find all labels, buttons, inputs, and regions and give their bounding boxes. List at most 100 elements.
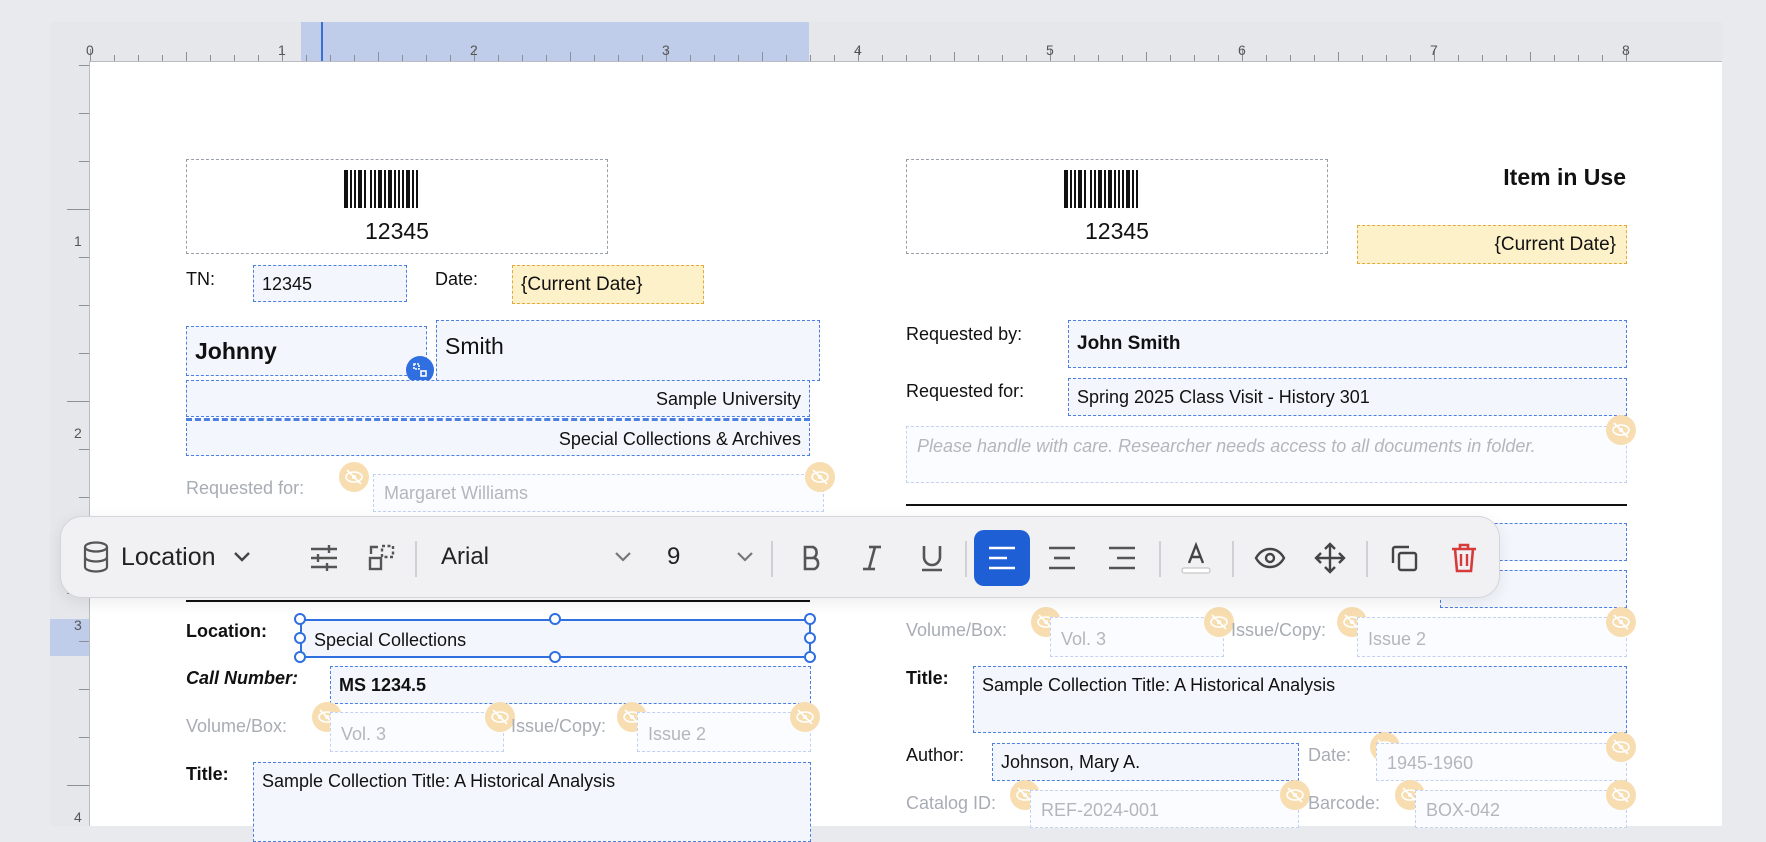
- ruler-tick: [498, 55, 499, 61]
- last-name-field[interactable]: Smith: [436, 320, 820, 381]
- ruler-tick: [1290, 55, 1291, 61]
- author-field[interactable]: Johnson, Mary A.: [992, 743, 1299, 781]
- tn-field[interactable]: 12345: [253, 265, 407, 302]
- font-family-select[interactable]: Arial: [441, 533, 633, 581]
- formatting-toolbar: Location Arial 9: [60, 516, 1500, 598]
- volume-field[interactable]: Vol. 3: [330, 712, 504, 752]
- italic-button[interactable]: [849, 535, 895, 581]
- ruler-number: 8: [1622, 42, 1630, 58]
- ruler-cursor-marker: [321, 22, 323, 61]
- underline-button[interactable]: [909, 535, 955, 581]
- ruler-tick: [810, 55, 811, 61]
- date-value: {Current Date}: [1494, 234, 1616, 255]
- note-field[interactable]: Please handle with care. Researcher need…: [906, 426, 1627, 483]
- eye-off-icon[interactable]: [1606, 415, 1636, 445]
- call-number-value: MS 1234.5: [339, 675, 427, 695]
- ruler-tick: [714, 55, 715, 61]
- note-value: Please handle with care. Researcher need…: [917, 436, 1536, 456]
- ruler-selection-highlight: [50, 619, 89, 656]
- ruler-tick: [1098, 55, 1099, 61]
- divider-line: [186, 600, 810, 602]
- eye-off-icon[interactable]: [1606, 607, 1636, 637]
- issue-field[interactable]: Issue 2: [1357, 617, 1627, 657]
- ruler-tick: [594, 55, 595, 61]
- ruler-tick: [546, 55, 547, 61]
- title-field[interactable]: Sample Collection Title: A Historical An…: [973, 666, 1627, 733]
- eye-off-icon[interactable]: [805, 462, 835, 492]
- department-field[interactable]: Special Collections & Archives: [186, 418, 810, 456]
- barcode-bar: [418, 170, 420, 208]
- sliders-button[interactable]: [301, 535, 347, 581]
- eye-off-icon[interactable]: [1280, 780, 1310, 810]
- date-field[interactable]: {Current Date}: [1357, 225, 1627, 264]
- visibility-button[interactable]: [1247, 535, 1293, 581]
- ruler-tick: [978, 55, 979, 61]
- first-name-field[interactable]: Johnny: [186, 326, 427, 376]
- resize-handle[interactable]: [294, 651, 306, 663]
- resize-handle[interactable]: [549, 651, 561, 663]
- font-size-value: 9: [667, 543, 681, 570]
- eye-off-icon[interactable]: [790, 702, 820, 732]
- resize-handle[interactable]: [294, 632, 306, 644]
- barcode-number: 12345: [1085, 218, 1149, 244]
- bold-button[interactable]: [789, 535, 835, 581]
- ruler-tick: [1146, 52, 1147, 61]
- ungroup-button[interactable]: [359, 535, 405, 581]
- toolbar-divider: [1232, 541, 1234, 577]
- ruler-tick: [306, 55, 307, 61]
- eye-off-icon[interactable]: [1606, 780, 1636, 810]
- barcode-box[interactable]: 12345: [186, 159, 608, 254]
- ruler-tick: [1074, 55, 1075, 61]
- author-label: Author:: [906, 745, 965, 765]
- issue-value: Issue 2: [1368, 629, 1427, 649]
- resize-handle[interactable]: [804, 613, 816, 625]
- resize-handle[interactable]: [294, 613, 306, 625]
- align-left-button[interactable]: [974, 530, 1030, 586]
- eye-off-icon[interactable]: [1204, 607, 1234, 637]
- align-center-button[interactable]: [1039, 535, 1085, 581]
- ruler-tick: [378, 52, 379, 61]
- requested-by-field[interactable]: John Smith: [1068, 320, 1627, 368]
- ruler-tick: [79, 689, 89, 690]
- ruler-tick: [79, 353, 89, 354]
- datasource-dropdown[interactable]: Location: [81, 533, 261, 581]
- ruler-tick: [834, 55, 835, 61]
- font-size-select[interactable]: 9: [661, 533, 755, 581]
- move-button[interactable]: [1307, 535, 1353, 581]
- ruler-tick: [67, 209, 89, 210]
- ruler-tick: [79, 65, 89, 66]
- label-page-canvas[interactable]: 12345 TN: 12345 Date: {Current Date} Joh…: [90, 62, 1722, 842]
- date-range-field[interactable]: 1945-1960: [1376, 743, 1627, 781]
- requested-for-field[interactable]: Margaret Williams: [373, 474, 824, 512]
- align-right-button[interactable]: [1099, 535, 1145, 581]
- ruler-number: 3: [74, 617, 82, 633]
- sliders-icon: [309, 544, 339, 572]
- call-number-field[interactable]: MS 1234.5: [330, 666, 811, 704]
- divider-line: [906, 504, 1627, 506]
- requested-for-field[interactable]: Spring 2025 Class Visit - History 301: [1068, 378, 1627, 416]
- resize-handle[interactable]: [804, 632, 816, 644]
- delete-button[interactable]: [1441, 535, 1487, 581]
- eye-off-icon[interactable]: [1606, 732, 1636, 762]
- eye-icon: [1254, 547, 1286, 569]
- requested-by-label: Requested by:: [906, 324, 1023, 344]
- institution-field[interactable]: Sample University: [186, 380, 810, 417]
- resize-handle[interactable]: [549, 613, 561, 625]
- catalog-field[interactable]: REF-2024-001: [1030, 790, 1299, 828]
- ruler-tick: [570, 52, 571, 61]
- move-icon: [1314, 542, 1346, 574]
- eye-off-icon[interactable]: [339, 462, 369, 492]
- toolbar-divider: [415, 541, 417, 577]
- title-field[interactable]: Sample Collection Title: A Historical An…: [253, 762, 811, 842]
- date-field[interactable]: {Current Date}: [512, 265, 704, 304]
- text-color-button[interactable]: [1173, 533, 1219, 583]
- vertical-ruler[interactable]: 1 2 3 4: [50, 61, 90, 826]
- duplicate-button[interactable]: [1381, 535, 1427, 581]
- barcode-number: 12345: [365, 218, 429, 244]
- barcode-box[interactable]: 12345: [906, 159, 1328, 254]
- horizontal-ruler[interactable]: 0 1 2 3 4 5 6 7 8: [50, 22, 1722, 62]
- resize-handle[interactable]: [804, 651, 816, 663]
- barcode-field[interactable]: BOX-042: [1415, 790, 1627, 828]
- issue-field[interactable]: Issue 2: [637, 712, 811, 752]
- volume-field[interactable]: Vol. 3: [1050, 617, 1224, 657]
